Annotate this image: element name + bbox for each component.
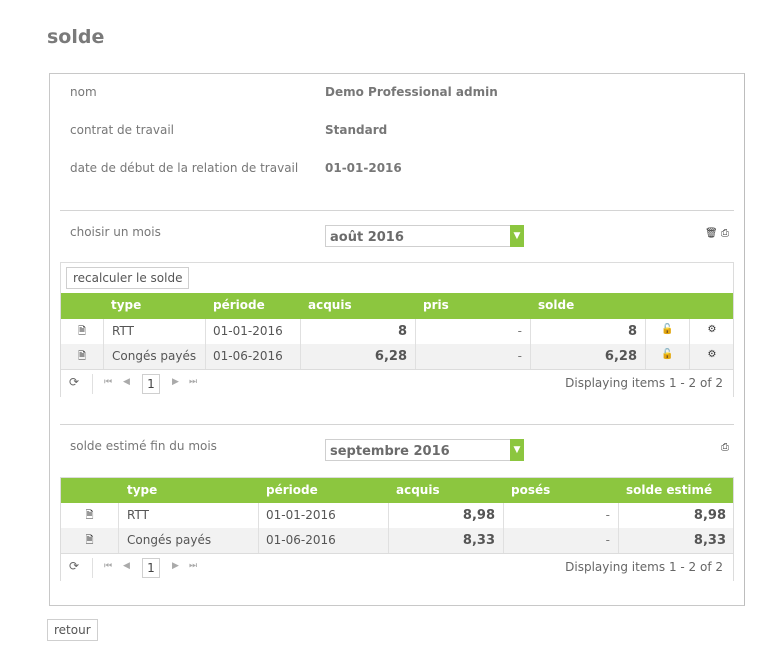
name-value: Demo Professional admin: [325, 85, 498, 99]
recalculate-button[interactable]: recalculer le solde: [66, 267, 190, 289]
month-select[interactable]: août 2016 ▼: [325, 225, 524, 247]
cell-acquired: 8,98: [389, 503, 504, 528]
document-icon[interactable]: 🗎: [61, 319, 104, 344]
unlock-icon[interactable]: 🔓: [646, 319, 690, 344]
document-icon[interactable]: 🗎: [61, 528, 119, 553]
cell-estimated: 8,33: [693, 533, 726, 548]
printer-icon[interactable]: ⎙: [721, 442, 729, 453]
pager-info: Displaying items 1 - 2 of 2: [565, 376, 723, 390]
document-icon[interactable]: 🗎: [61, 344, 104, 369]
cell-posed: -: [504, 528, 619, 553]
contract-label: contrat de travail: [70, 123, 174, 137]
cell-acquired: 6,28: [301, 344, 416, 369]
header-period: période: [266, 483, 318, 497]
balance-grid-pager: ⟳ ⏮ ◀ 1 ▶ ⏭ Displaying items 1 - 2 of 2: [61, 369, 733, 397]
start-date-value: 01-01-2016: [325, 161, 402, 175]
last-page-icon[interactable]: ⏭: [189, 561, 197, 571]
page-number-input[interactable]: 1: [142, 558, 160, 578]
header-posed: posés: [511, 483, 551, 497]
estimate-grid-pager: ⟳ ⏮ ◀ 1 ▶ ⏭ Displaying items 1 - 2 of 2: [61, 553, 733, 581]
gear-icon[interactable]: ⚙: [690, 344, 734, 369]
header-acquired: acquis: [308, 298, 352, 312]
contract-value: Standard: [325, 123, 388, 137]
table-row[interactable]: 🗎 RTT 01-01-2016 8,98 - 8,98: [61, 503, 733, 528]
cell-taken: -: [416, 319, 531, 344]
start-date-label: date de début de la relation de travail: [70, 161, 299, 175]
first-page-icon[interactable]: ⏮: [104, 377, 112, 387]
month-label: choisir un mois: [70, 225, 161, 239]
pager-info: Displaying items 1 - 2 of 2: [565, 560, 723, 574]
cell-type: RTT: [104, 319, 206, 344]
divider: [60, 424, 734, 425]
cell-acquired: 8,33: [389, 528, 504, 553]
table-row[interactable]: 🗎 Congés payés 01-06-2016 8,33 - 8,33: [61, 528, 733, 553]
estimate-grid: type période acquis posés solde estimé 🗎…: [60, 477, 734, 581]
unlock-icon[interactable]: 🔓: [646, 344, 690, 369]
name-label: nom: [70, 85, 97, 99]
page-title: solde: [47, 26, 105, 48]
estimate-month-select[interactable]: septembre 2016 ▼: [325, 439, 524, 461]
header-period: période: [213, 298, 265, 312]
table-row[interactable]: 🗎 RTT 01-01-2016 8 - 8 🔓 ⚙: [61, 319, 733, 344]
prev-page-icon[interactable]: ◀: [123, 561, 130, 571]
estimate-label: solde estimé fin du mois: [70, 439, 217, 453]
header-taken: pris: [423, 298, 449, 312]
page-number-input[interactable]: 1: [142, 374, 160, 394]
cell-type: Congés payés: [104, 344, 206, 369]
estimate-grid-header: type période acquis posés solde estimé: [61, 478, 733, 503]
cell-balance: 8: [531, 319, 646, 344]
table-row[interactable]: 🗎 Congés payés 01-06-2016 6,28 - 6,28 🔓 …: [61, 344, 733, 369]
balance-grid-header: type période acquis pris solde: [61, 293, 733, 319]
cell-taken: -: [416, 344, 531, 369]
document-icon[interactable]: 🗎: [61, 503, 119, 528]
cell-estimated: 8,98: [693, 508, 726, 523]
cell-period: 01-01-2016: [259, 503, 389, 528]
estimate-select-value: septembre 2016: [330, 444, 450, 459]
back-button[interactable]: retour: [47, 619, 98, 641]
chevron-down-icon[interactable]: ▼: [510, 439, 524, 461]
trash-icon[interactable]: 🗑: [705, 228, 718, 239]
printer-icon[interactable]: ⎙: [721, 228, 729, 239]
cell-period: 01-01-2016: [206, 319, 301, 344]
divider: [60, 210, 734, 211]
prev-page-icon[interactable]: ◀: [123, 377, 130, 387]
cell-acquired: 8: [301, 319, 416, 344]
cell-balance: 6,28: [531, 344, 646, 369]
gear-icon[interactable]: ⚙: [690, 319, 734, 344]
first-page-icon[interactable]: ⏮: [104, 561, 112, 571]
chevron-down-icon[interactable]: ▼: [510, 225, 524, 247]
header-type: type: [111, 298, 142, 312]
balance-grid: recalculer le solde type période acquis …: [60, 262, 734, 397]
header-type: type: [127, 483, 158, 497]
cell-type: RTT: [119, 503, 259, 528]
last-page-icon[interactable]: ⏭: [189, 377, 197, 387]
header-acquired: acquis: [396, 483, 440, 497]
refresh-icon[interactable]: ⟳: [69, 559, 79, 573]
month-select-value: août 2016: [330, 230, 404, 245]
header-estimated: solde estimé: [626, 483, 713, 497]
next-page-icon[interactable]: ▶: [172, 561, 179, 571]
cell-period: 01-06-2016: [206, 344, 301, 369]
refresh-icon[interactable]: ⟳: [69, 375, 79, 389]
cell-posed: -: [504, 503, 619, 528]
header-balance: solde: [538, 298, 575, 312]
cell-type: Congés payés: [119, 528, 259, 553]
next-page-icon[interactable]: ▶: [172, 377, 179, 387]
cell-period: 01-06-2016: [259, 528, 389, 553]
